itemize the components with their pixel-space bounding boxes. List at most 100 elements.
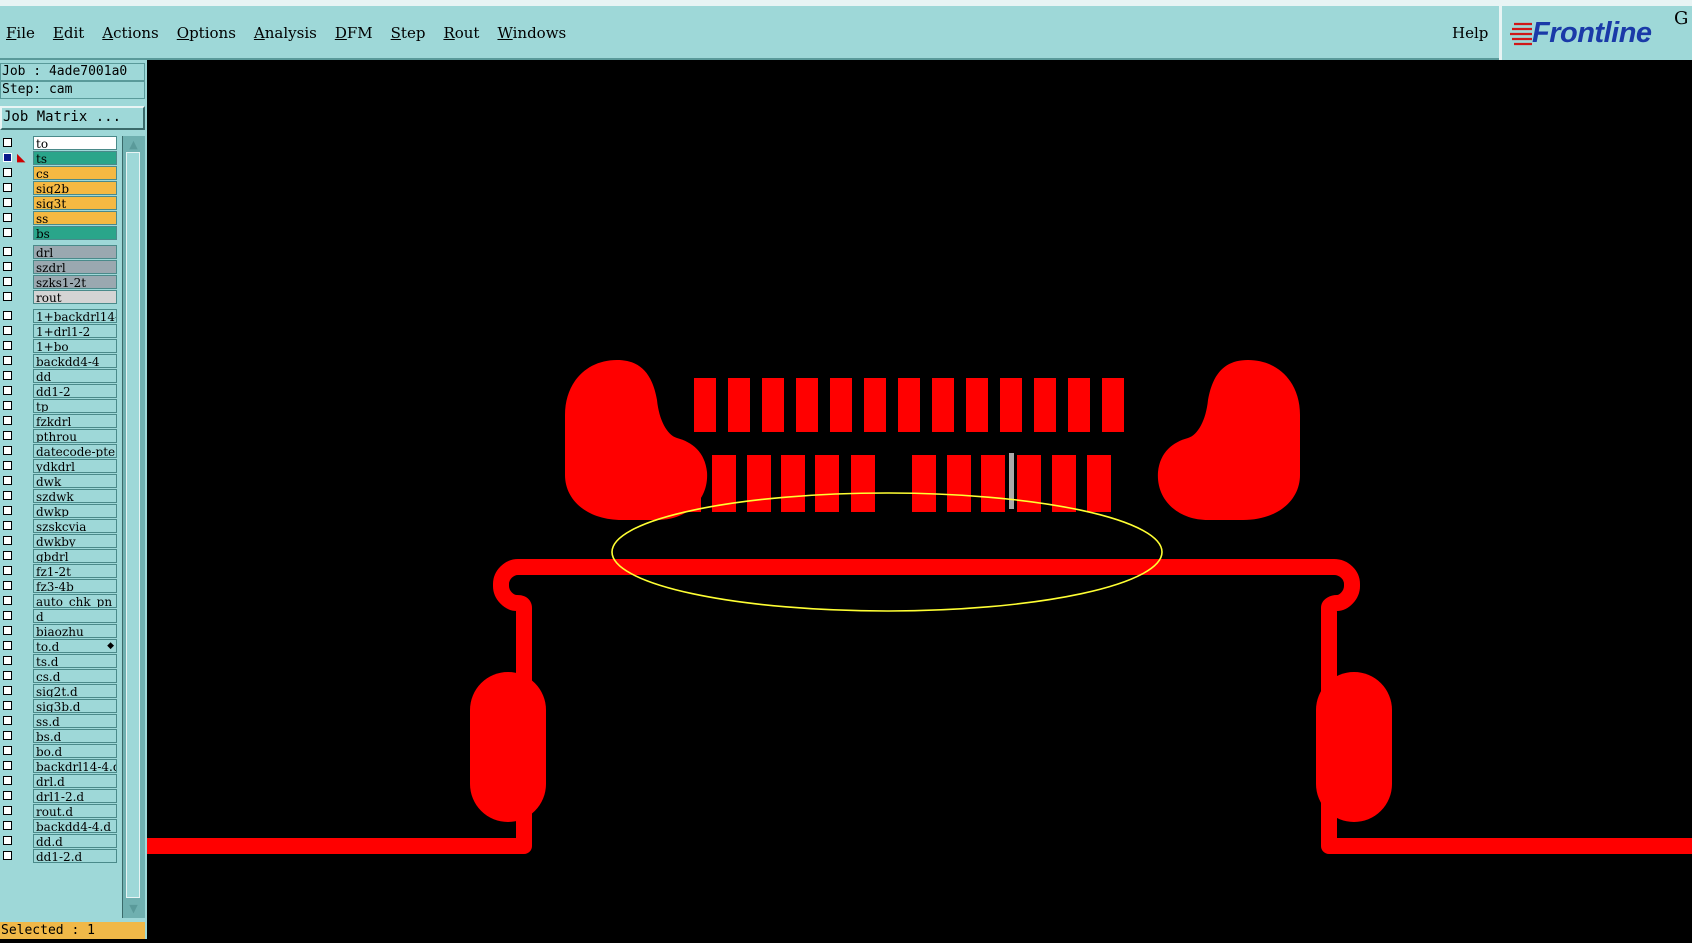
layer-row[interactable]: drl1-2.d — [0, 789, 118, 804]
layer-name[interactable]: dd1-2.d — [33, 849, 117, 863]
layer-row[interactable]: datecode-pte — [0, 444, 118, 459]
layer-checkbox[interactable] — [3, 277, 12, 286]
layer-row[interactable]: szdrl — [0, 260, 118, 275]
layer-row[interactable]: bs.d — [0, 729, 118, 744]
layer-name[interactable]: backdd4-4.d — [33, 819, 117, 833]
menu-actions[interactable]: Actions — [102, 24, 158, 42]
layer-name[interactable]: bs.d — [33, 729, 117, 743]
layer-checkbox[interactable] — [3, 311, 12, 320]
layer-name[interactable]: tp — [33, 399, 117, 413]
layer-name[interactable]: sig2b — [33, 181, 117, 195]
layer-row[interactable]: to — [0, 136, 118, 151]
layer-checkbox[interactable] — [3, 506, 12, 515]
layer-row[interactable]: d — [0, 609, 118, 624]
layer-row[interactable]: biaozhu — [0, 624, 118, 639]
layer-checkbox[interactable] — [3, 596, 12, 605]
layer-checkbox[interactable] — [3, 641, 12, 650]
layer-checkbox[interactable] — [3, 491, 12, 500]
layer-checkbox[interactable] — [3, 213, 12, 222]
layer-name[interactable]: bo.d — [33, 744, 117, 758]
graphics-canvas[interactable] — [139, 60, 1692, 939]
menu-dfm[interactable]: DFM — [335, 24, 373, 42]
layer-checkbox[interactable] — [3, 701, 12, 710]
layer-row[interactable]: pthrou — [0, 429, 118, 444]
layer-name[interactable]: dd.d — [33, 834, 117, 848]
layer-row[interactable]: ts.d — [0, 654, 118, 669]
layer-row[interactable]: szskcvia — [0, 519, 118, 534]
layer-name[interactable]: sig3b.d — [33, 699, 117, 713]
layer-name[interactable]: ts.d — [33, 654, 117, 668]
layer-checkbox[interactable] — [3, 746, 12, 755]
layer-checkbox[interactable] — [3, 416, 12, 425]
layer-name[interactable]: sig2t.d — [33, 684, 117, 698]
layer-row[interactable]: dd1-2.d — [0, 849, 118, 864]
layer-row[interactable]: 1+backdrl14-4 — [0, 309, 118, 324]
layer-name[interactable]: rout — [33, 290, 117, 304]
layer-name[interactable]: sig3t — [33, 196, 117, 210]
layer-checkbox[interactable] — [3, 791, 12, 800]
scroll-up-icon[interactable]: ▲ — [127, 138, 140, 151]
layer-checkbox[interactable] — [3, 626, 12, 635]
layer-name[interactable]: to.d ◆ — [33, 639, 117, 653]
layer-name[interactable]: biaozhu — [33, 624, 117, 638]
menu-step[interactable]: Step — [391, 24, 426, 42]
menu-analysis[interactable]: Analysis — [254, 24, 317, 42]
layer-name[interactable]: dd1-2 — [33, 384, 117, 398]
layer-list-scrollbar[interactable]: ▲ ▼ — [122, 136, 145, 918]
menu-file[interactable]: File — [6, 24, 35, 42]
layer-row[interactable]: gbdrl — [0, 549, 118, 564]
layer-checkbox[interactable] — [3, 341, 12, 350]
layer-name[interactable]: dwkp — [33, 504, 117, 518]
layer-checkbox[interactable] — [3, 686, 12, 695]
layer-name[interactable]: szdrl — [33, 260, 117, 274]
layer-checkbox[interactable] — [3, 153, 12, 162]
layer-name[interactable]: 1+bo — [33, 339, 117, 353]
layer-row[interactable]: szks1-2t — [0, 275, 118, 290]
layer-checkbox[interactable] — [3, 356, 12, 365]
layer-row[interactable]: dd.d — [0, 834, 118, 849]
scroll-down-icon[interactable]: ▼ — [127, 902, 140, 915]
layer-row[interactable]: fz3-4b — [0, 579, 118, 594]
layer-name[interactable]: rout.d — [33, 804, 117, 818]
layer-name[interactable]: cs — [33, 166, 117, 180]
scroll-thumb[interactable] — [126, 152, 140, 898]
layer-checkbox[interactable] — [3, 386, 12, 395]
layer-row[interactable]: dwkby — [0, 534, 118, 549]
layer-checkbox[interactable] — [3, 371, 12, 380]
layer-row[interactable]: szdwk — [0, 489, 118, 504]
layer-name[interactable]: dwk — [33, 474, 117, 488]
layer-checkbox[interactable] — [3, 776, 12, 785]
layer-checkbox[interactable] — [3, 566, 12, 575]
layer-checkbox[interactable] — [3, 551, 12, 560]
layer-name[interactable]: backdrl14-4.d — [33, 759, 117, 773]
layer-checkbox[interactable] — [3, 611, 12, 620]
layer-name[interactable]: dd — [33, 369, 117, 383]
layer-row[interactable]: ss.d — [0, 714, 118, 729]
layer-name[interactable]: to — [33, 136, 117, 150]
layer-checkbox[interactable] — [3, 461, 12, 470]
layer-checkbox[interactable] — [3, 731, 12, 740]
layer-row[interactable]: dd1-2 — [0, 384, 118, 399]
layer-checkbox[interactable] — [3, 476, 12, 485]
layer-checkbox[interactable] — [3, 326, 12, 335]
layer-checkbox[interactable] — [3, 431, 12, 440]
layer-name[interactable]: 1+drl1-2 — [33, 324, 117, 338]
layer-checkbox[interactable] — [3, 446, 12, 455]
menu-rout[interactable]: Rout — [443, 24, 479, 42]
menu-options[interactable]: Options — [177, 24, 236, 42]
layer-row[interactable]: backdd4-4.d — [0, 819, 118, 834]
layer-row[interactable]: to.d ◆ — [0, 639, 118, 654]
help-menu[interactable]: Help — [1452, 24, 1488, 42]
layer-checkbox[interactable] — [3, 761, 12, 770]
layer-name[interactable]: szdwk — [33, 489, 117, 503]
layer-row[interactable]: sig3b.d — [0, 699, 118, 714]
layer-name[interactable]: 1+backdrl14-4 — [33, 309, 117, 323]
layer-row[interactable]: fzkdrl — [0, 414, 118, 429]
layer-checkbox[interactable] — [3, 656, 12, 665]
layer-name[interactable]: szks1-2t — [33, 275, 117, 289]
layer-checkbox[interactable] — [3, 716, 12, 725]
layer-checkbox[interactable] — [3, 521, 12, 530]
layer-row[interactable]: auto_chk_pn — [0, 594, 118, 609]
layer-row[interactable]: ydkdrl — [0, 459, 118, 474]
layer-row[interactable]: sig2t.d — [0, 684, 118, 699]
